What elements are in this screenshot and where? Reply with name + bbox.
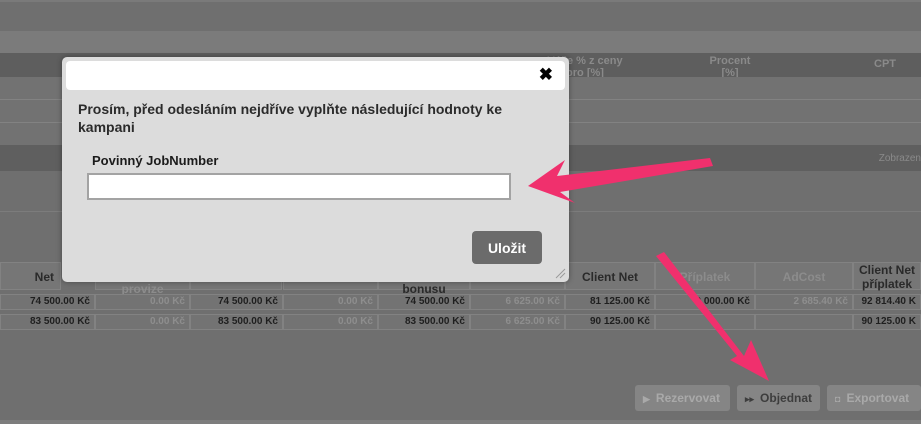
cell-col4: 0.00 Kč (283, 314, 378, 330)
jobnumber-modal: ✖ Prosím, před odesláním nejdříve vyplňt… (62, 57, 569, 282)
cell-adcost (755, 314, 853, 330)
exportovat-button[interactable]: ◘ Exportovat (827, 385, 921, 411)
objednat-label: Objednat (760, 391, 813, 405)
header-procent: Procent [%] (709, 55, 751, 79)
cell-priplatek (655, 314, 755, 330)
cell-col3: 74 500.00 Kč (190, 294, 283, 310)
export-icon: ◘ (835, 394, 841, 404)
play-icon: ▶ (643, 394, 650, 404)
objednat-button[interactable]: ▸▸ Objednat (737, 385, 820, 411)
cell-col6: 6 625.00 Kč (470, 294, 565, 310)
cell-bonusu: 74 500.00 Kč (378, 294, 470, 310)
header-cpt: CPT (874, 58, 896, 70)
zobrazeni-label: Zobrazen (878, 153, 921, 164)
cell-client-net: 90 125.00 Kč (565, 314, 655, 330)
jobnumber-label: Povinný JobNumber (92, 153, 219, 168)
cell-col3: 83 500.00 Kč (190, 314, 283, 330)
cell-bonusu: 83 500.00 Kč (378, 314, 470, 330)
modal-message: Prosím, před odesláním nejdříve vyplňte … (78, 101, 502, 135)
top-border (0, 0, 921, 2)
cell-provize: 0.00 Kč (95, 314, 190, 330)
table-row: 83 500.00 Kč 0.00 Kč 83 500.00 Kč 0.00 K… (0, 314, 921, 330)
save-button[interactable]: Uložit (472, 231, 542, 264)
toolbar-band (0, 31, 921, 53)
cell-provize: 0.00 Kč (95, 294, 190, 310)
cell-net: 74 500.00 Kč (0, 294, 95, 310)
th-client-net-priplatek: Client Net příplatek (853, 262, 921, 291)
th-priplatek: Příplatek (655, 262, 755, 290)
cell-client-net: 81 125.00 Kč (565, 294, 655, 310)
th-adcost: AdCost (755, 262, 853, 290)
cell-adcost: 2 685.40 Kč (755, 294, 853, 310)
rezervovat-label: Rezervovat (655, 391, 720, 405)
resize-grip-icon[interactable] (554, 267, 566, 279)
jobnumber-input[interactable] (87, 173, 511, 200)
cell-client-net-priplatek: 92 814.40 K (853, 294, 921, 310)
th-net: Net (0, 262, 61, 290)
exportovat-label: Exportovat (846, 391, 910, 405)
close-icon[interactable]: ✖ (539, 65, 553, 85)
table-row: 74 500.00 Kč 0.00 Kč 74 500.00 Kč 0.00 K… (0, 294, 921, 310)
cell-col6: 6 625.00 Kč (470, 314, 565, 330)
cell-col4: 0.00 Kč (283, 294, 378, 310)
forward-icon: ▸▸ (745, 394, 755, 404)
th-client-net: Client Net (565, 262, 655, 290)
rezervovat-button[interactable]: ▶ Rezervovat (635, 385, 730, 411)
modal-titlebar: ✖ (66, 61, 565, 90)
cell-priplatek: 9 000.00 Kč (655, 294, 755, 310)
cell-client-net-priplatek: 90 125.00 K (853, 314, 921, 330)
bottom-strip (0, 420, 921, 424)
cell-net: 83 500.00 Kč (0, 314, 95, 330)
